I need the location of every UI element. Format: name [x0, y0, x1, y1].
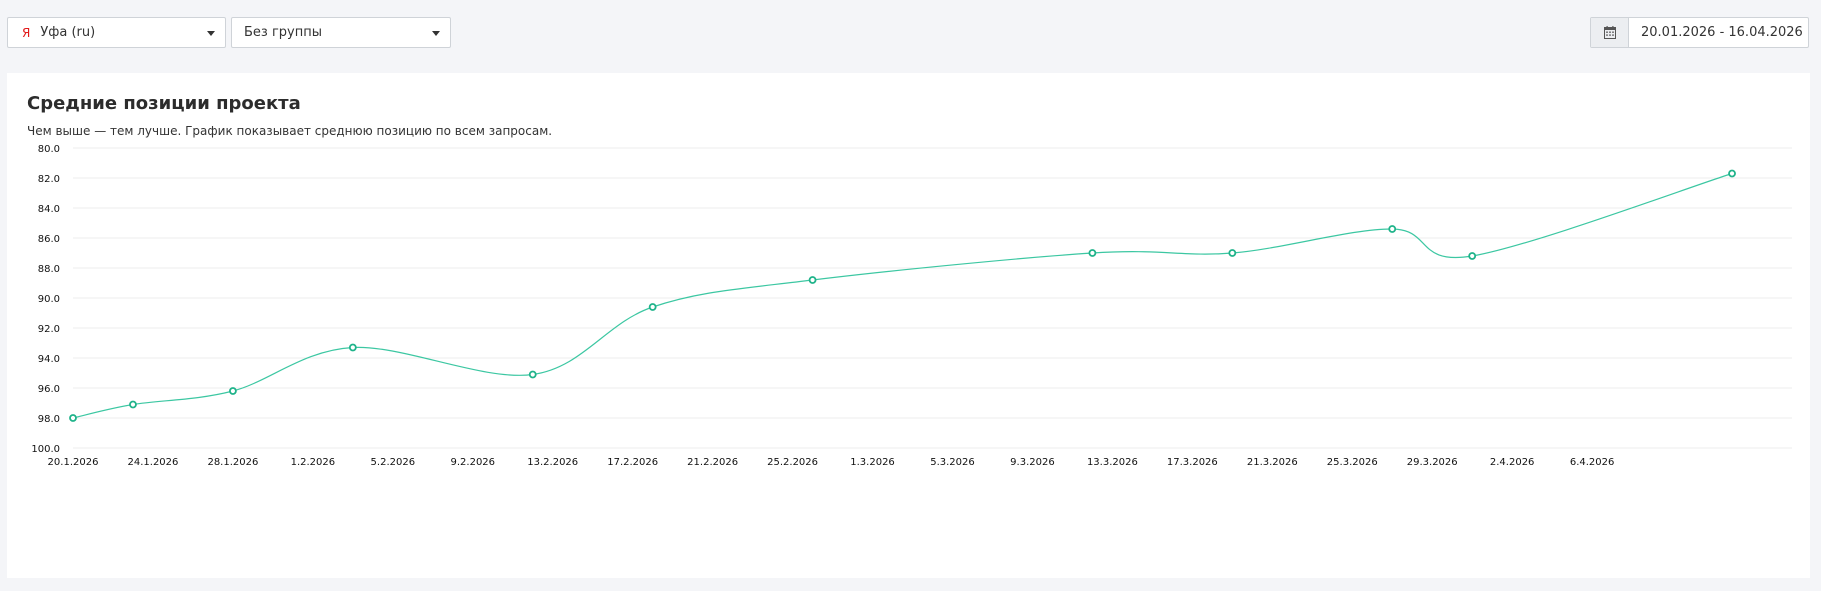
- data-point: [1468, 252, 1477, 260]
- y-tick-label: 100.0: [31, 444, 60, 455]
- x-tick-label: 21.3.2026: [1247, 457, 1298, 468]
- average-positions-chart: 80.0 82.0 84.0 86.0 88.0 90.0 92.0 94.0 96.0 98.0…: [31, 144, 1792, 468]
- data-point: [229, 387, 237, 395]
- data-point: [808, 276, 817, 284]
- chevron-down-icon: [432, 31, 440, 36]
- calendar-icon: [1603, 26, 1616, 39]
- x-tick-label: 17.3.2026: [1167, 457, 1218, 468]
- x-tick-label: 24.1.2026: [128, 457, 179, 468]
- x-tick-label: 29.3.2026: [1407, 457, 1458, 468]
- x-tick-label: 1.2.2026: [291, 457, 336, 468]
- region-select[interactable]: Я Уфа (ru): [7, 17, 226, 48]
- region-select-label: Уфа (ru): [40, 25, 96, 40]
- data-point: [1728, 169, 1736, 178]
- x-tick-label: 13.2.2026: [527, 457, 578, 468]
- y-tick-label: 90.0: [38, 294, 60, 305]
- y-tick-label: 98.0: [38, 414, 60, 425]
- data-point: [648, 303, 657, 311]
- x-tick-label: 5.2.2026: [371, 457, 416, 468]
- data-point: [528, 370, 537, 379]
- data-point: [1388, 225, 1397, 233]
- x-tick-label: 20.1.2026: [48, 457, 99, 468]
- y-tick-label: 80.0: [38, 144, 60, 155]
- average-positions-card: Средние позиции проекта Чем выше — тем л…: [7, 73, 1810, 578]
- x-tick-label: 21.2.2026: [687, 457, 738, 468]
- y-tick-label: 88.0: [38, 264, 60, 275]
- calendar-button[interactable]: [1591, 18, 1629, 47]
- chevron-down-icon: [207, 31, 215, 36]
- x-tick-label: 9.3.2026: [1010, 457, 1055, 468]
- group-select[interactable]: Без группы: [231, 17, 451, 48]
- x-tick-label: 5.3.2026: [930, 457, 975, 468]
- group-select-label: Без группы: [244, 25, 322, 40]
- date-range-picker[interactable]: 20.01.2026 - 16.04.2026: [1590, 17, 1809, 48]
- x-tick-label: 25.3.2026: [1327, 457, 1378, 468]
- x-tick-label: 17.2.2026: [607, 457, 658, 468]
- data-point: [1088, 249, 1097, 257]
- data-point: [348, 343, 357, 352]
- x-tick-label: 1.3.2026: [850, 457, 895, 468]
- data-point: [129, 400, 137, 409]
- x-tick-label: 2.4.2026: [1490, 457, 1535, 468]
- y-tick-label: 96.0: [38, 384, 60, 395]
- x-tick-label: 13.3.2026: [1087, 457, 1138, 468]
- x-tick-label: 28.1.2026: [207, 457, 258, 468]
- yandex-logo-icon: Я: [22, 25, 31, 40]
- data-point: [69, 414, 77, 422]
- y-tick-label: 92.0: [38, 324, 60, 335]
- data-point: [1228, 249, 1237, 257]
- series-line: [72, 172, 1733, 419]
- y-tick-label: 94.0: [38, 354, 60, 365]
- y-tick-label: 82.0: [38, 174, 60, 185]
- x-tick-label: 9.2.2026: [451, 457, 496, 468]
- y-tick-label: 84.0: [38, 204, 60, 215]
- date-range-value[interactable]: 20.01.2026 - 16.04.2026: [1629, 18, 1808, 47]
- x-tick-label: 25.2.2026: [767, 457, 818, 468]
- y-tick-label: 86.0: [38, 234, 60, 245]
- x-tick-label: 6.4.2026: [1570, 457, 1615, 468]
